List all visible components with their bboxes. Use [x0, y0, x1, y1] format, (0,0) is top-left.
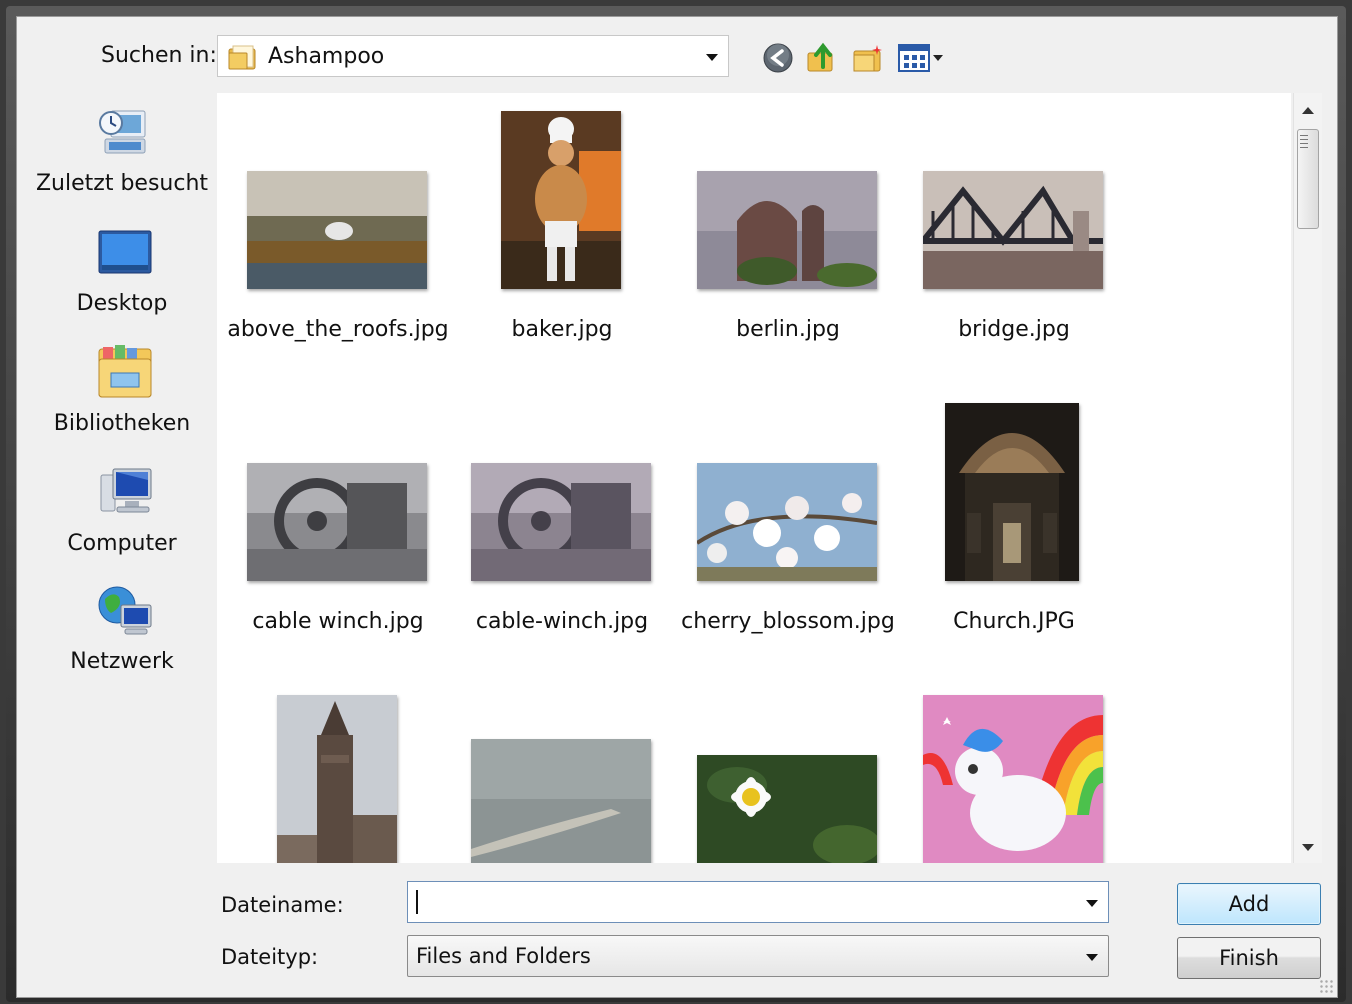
place-desktop[interactable]: Desktop — [33, 225, 211, 335]
file-item[interactable]: cherry_blossom.jpg — [675, 401, 901, 651]
desktop-icon — [98, 230, 152, 274]
filename-label: Dateiname: — [221, 893, 344, 917]
file-open-dialog: Suchen in: Ashampoo Zuletzt besucht Desk… — [16, 16, 1338, 998]
place-label: Bibliotheken — [53, 411, 191, 436]
libraries-icon — [98, 345, 152, 398]
finish-button[interactable]: Finish — [1177, 937, 1321, 979]
file-list-view[interactable]: above_the_roofs.jpg baker.jpg berlin.jpg… — [217, 93, 1291, 863]
place-recent[interactable]: Zuletzt besucht — [33, 105, 211, 215]
file-item[interactable]: bridge.jpg — [901, 109, 1127, 359]
chevron-down-icon[interactable] — [706, 54, 718, 61]
file-item[interactable]: berlin.jpg — [675, 109, 901, 359]
file-name: cable-winch.jpg — [475, 609, 649, 634]
scroll-down-icon[interactable] — [1302, 844, 1314, 851]
chevron-down-icon[interactable] — [1086, 900, 1098, 907]
file-name: above_the_roofs.jpg — [227, 317, 449, 342]
new-folder-icon[interactable] — [851, 41, 885, 75]
back-icon[interactable] — [761, 41, 795, 75]
place-network[interactable]: Netzwerk — [33, 583, 211, 693]
thumbnail-image — [923, 695, 1103, 863]
file-item[interactable] — [675, 693, 901, 863]
thumbnail-image — [697, 755, 877, 863]
up-folder-icon[interactable] — [805, 41, 839, 75]
chevron-down-icon[interactable] — [1086, 954, 1098, 961]
thumbnail-image — [471, 463, 651, 581]
scroll-up-icon[interactable] — [1302, 107, 1314, 114]
file-name: baker.jpg — [511, 317, 613, 342]
filename-input[interactable] — [408, 882, 1068, 922]
place-computer[interactable]: Computer — [33, 465, 211, 575]
file-item[interactable]: baker.jpg — [449, 109, 675, 359]
thumbnail-image — [471, 739, 651, 863]
file-item[interactable]: cable winch.jpg — [225, 401, 451, 651]
view-menu-icon[interactable] — [897, 41, 947, 75]
file-name: bridge.jpg — [958, 317, 1070, 342]
filetype-value: Files and Folders — [416, 944, 591, 968]
thumbnail-image — [923, 171, 1103, 289]
lookin-label: Suchen in: — [101, 43, 217, 68]
grip-icon — [1300, 135, 1308, 149]
file-item[interactable] — [901, 693, 1127, 863]
resize-grip-icon[interactable] — [1319, 979, 1333, 993]
file-item[interactable]: cable-winch.jpg — [449, 401, 675, 651]
add-button[interactable]: Add — [1177, 883, 1321, 925]
lookin-value: Ashampoo — [268, 44, 385, 69]
place-label: Computer — [67, 531, 177, 556]
thumbnail-image — [697, 463, 877, 581]
file-name: Church.JPG — [953, 609, 1075, 634]
filetype-label: Dateityp: — [221, 945, 319, 969]
places-bar: Zuletzt besucht Desktop Bibliotheken Com… — [33, 95, 211, 975]
text-caret — [416, 890, 418, 914]
place-label: Desktop — [76, 291, 168, 316]
network-icon — [98, 586, 152, 635]
filetype-select[interactable]: Files and Folders — [407, 935, 1109, 977]
recent-places-icon — [99, 110, 146, 154]
lookin-combo[interactable]: Ashampoo — [217, 35, 729, 77]
computer-icon — [100, 468, 152, 513]
thumbnail-image — [247, 171, 427, 289]
file-name: berlin.jpg — [736, 317, 840, 342]
place-libraries[interactable]: Bibliotheken — [33, 345, 211, 455]
thumbnail-image — [277, 695, 397, 863]
folder-icon — [228, 45, 256, 70]
place-label: Zuletzt besucht — [35, 171, 209, 196]
thumbnail-image — [247, 463, 427, 581]
file-item[interactable] — [449, 693, 675, 863]
place-label: Netzwerk — [70, 649, 174, 674]
file-name: cable winch.jpg — [252, 609, 424, 634]
file-name: cherry_blossom.jpg — [681, 609, 895, 634]
vertical-scrollbar[interactable] — [1293, 93, 1322, 863]
thumbnail-image — [501, 111, 621, 289]
file-item[interactable]: above_the_roofs.jpg — [225, 109, 451, 359]
filename-combo[interactable] — [407, 881, 1109, 923]
thumbnail-image — [697, 171, 877, 289]
file-item[interactable]: Church.JPG — [901, 401, 1127, 651]
file-item[interactable] — [225, 693, 451, 863]
thumbnail-image — [945, 403, 1079, 581]
